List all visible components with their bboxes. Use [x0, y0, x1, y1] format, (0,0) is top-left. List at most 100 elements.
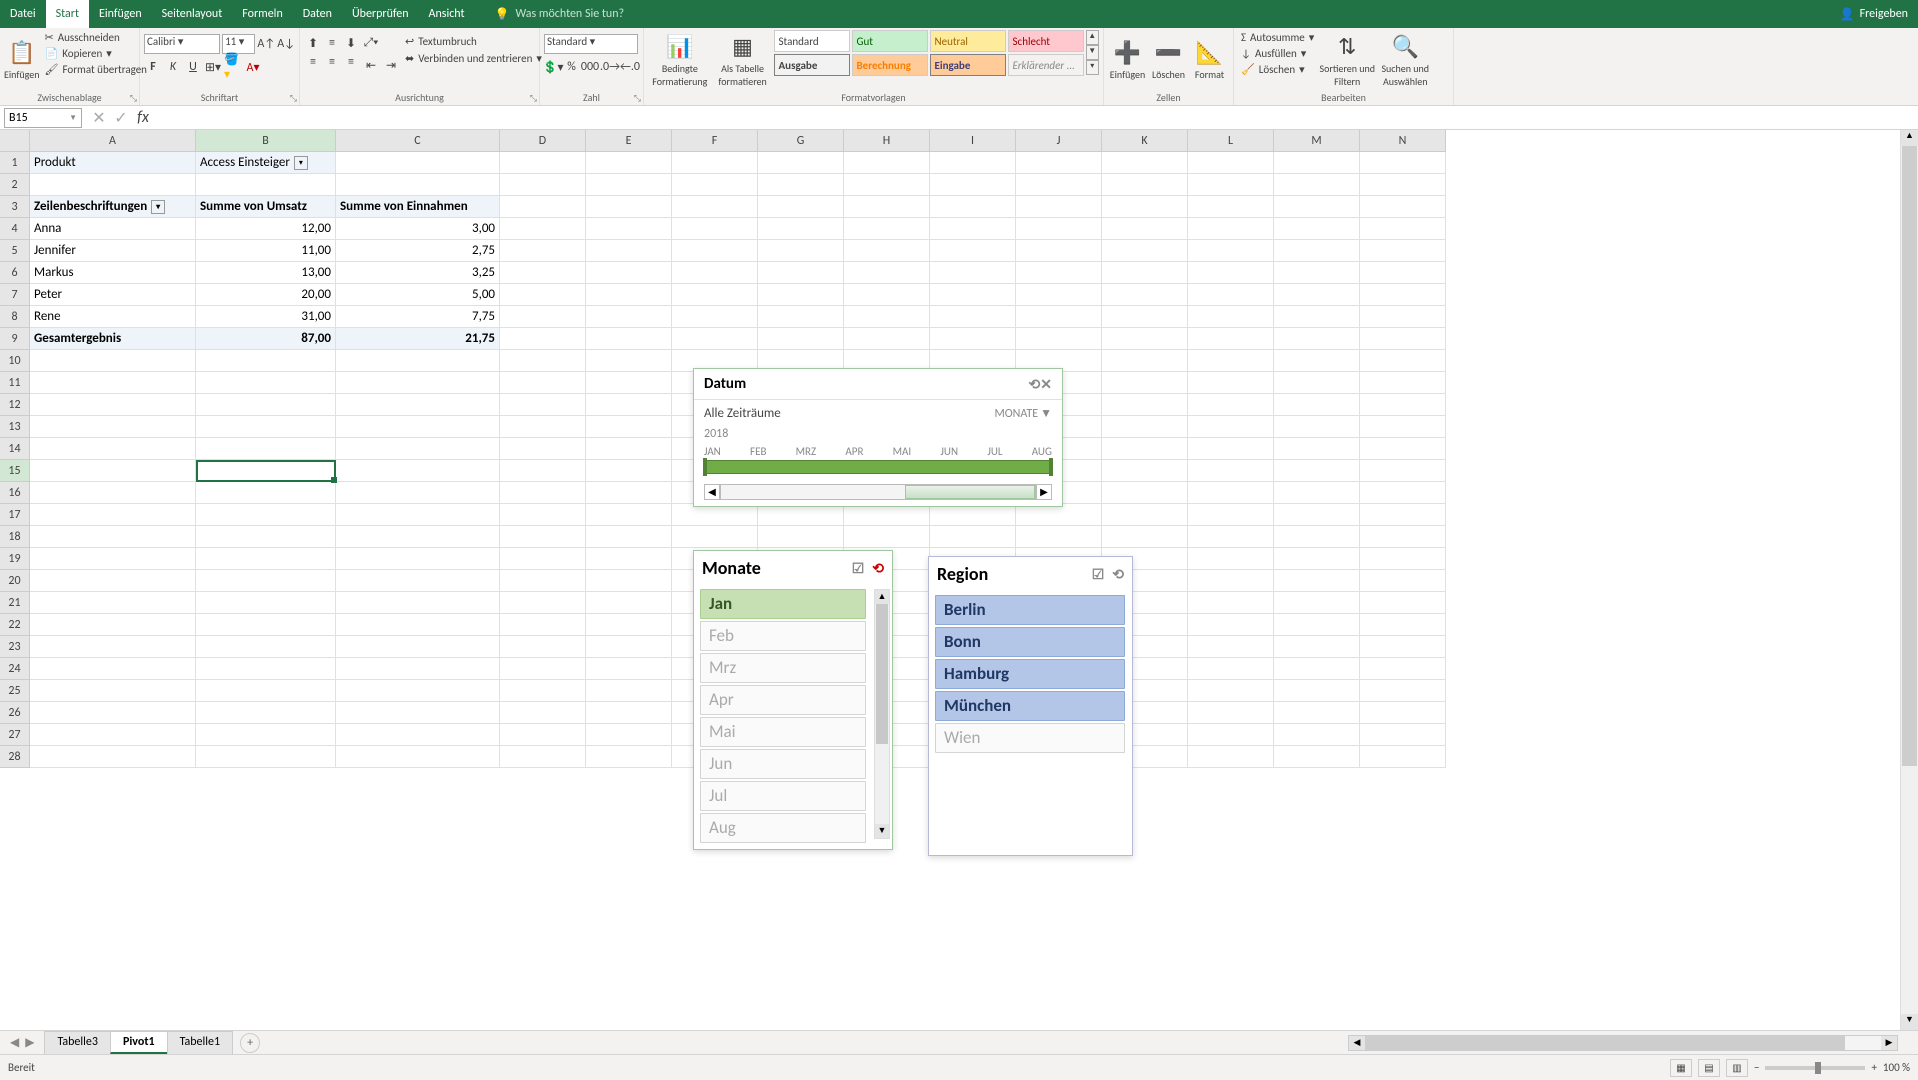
cell-M15[interactable] — [1274, 460, 1360, 482]
cell-N24[interactable] — [1360, 658, 1446, 680]
cell-B6[interactable]: 13,00 — [196, 262, 336, 284]
copy-button[interactable]: 📄Kopieren▾ — [42, 46, 150, 61]
add-sheet-button[interactable]: + — [240, 1033, 260, 1053]
cell-M4[interactable] — [1274, 218, 1360, 240]
cell-I5[interactable] — [930, 240, 1016, 262]
filter-dropdown-icon[interactable]: ▾ — [294, 156, 308, 170]
cell-B18[interactable] — [196, 526, 336, 548]
cell-I17[interactable] — [930, 504, 1016, 526]
wrap-text-button[interactable]: ↩Textumbruch — [402, 34, 545, 49]
scroll-up-button[interactable]: ▲ — [1901, 130, 1918, 146]
alignment-dialog-launcher[interactable]: ⤡ — [530, 93, 537, 104]
cell-L10[interactable] — [1188, 350, 1274, 372]
cell-L11[interactable] — [1188, 372, 1274, 394]
number-dialog-launcher[interactable]: ⤡ — [634, 93, 641, 104]
underline-button[interactable]: U — [184, 58, 202, 76]
cell-A21[interactable] — [30, 592, 196, 614]
style-eingabe[interactable]: Eingabe — [930, 54, 1006, 76]
cell-C10[interactable] — [336, 350, 500, 372]
cell-B22[interactable] — [196, 614, 336, 636]
cell-F1[interactable] — [672, 152, 758, 174]
style-gut[interactable]: Gut — [852, 30, 928, 52]
slicer-monate-scrollbar[interactable]: ▲ ▼ — [874, 589, 890, 839]
cell-K2[interactable] — [1102, 174, 1188, 196]
column-header-A[interactable]: A — [30, 130, 196, 152]
cell-B2[interactable] — [196, 174, 336, 196]
column-header-J[interactable]: J — [1016, 130, 1102, 152]
row-header-10[interactable]: 10 — [0, 350, 30, 372]
column-header-B[interactable]: B — [196, 130, 336, 152]
slicer-region-item-bonn[interactable]: Bonn — [935, 627, 1125, 657]
cell-L24[interactable] — [1188, 658, 1274, 680]
timeline-datum[interactable]: Datum ⟲✕ Alle Zeiträume MONATE ▼ 2018 JA… — [693, 368, 1063, 507]
column-header-E[interactable]: E — [586, 130, 672, 152]
cell-E23[interactable] — [586, 636, 672, 658]
cell-A17[interactable] — [30, 504, 196, 526]
zoom-out-button[interactable]: − — [1754, 1061, 1759, 1074]
cell-K18[interactable] — [1102, 526, 1188, 548]
slicer-monate-item-feb[interactable]: Feb — [700, 621, 866, 651]
increase-decimal-button[interactable]: .0→ — [601, 58, 619, 76]
cell-E13[interactable] — [586, 416, 672, 438]
cell-N9[interactable] — [1360, 328, 1446, 350]
cell-B3[interactable]: Summe von Umsatz — [196, 196, 336, 218]
cell-F6[interactable] — [672, 262, 758, 284]
cell-B19[interactable] — [196, 548, 336, 570]
insert-function-button[interactable]: fx — [134, 108, 152, 128]
cell-D6[interactable] — [500, 262, 586, 284]
cell-N12[interactable] — [1360, 394, 1446, 416]
cell-M5[interactable] — [1274, 240, 1360, 262]
cell-A13[interactable] — [30, 416, 196, 438]
cell-C21[interactable] — [336, 592, 500, 614]
accounting-format-button[interactable]: 💲▾ — [544, 58, 562, 76]
cell-B24[interactable] — [196, 658, 336, 680]
page-layout-view-button[interactable]: ▤ — [1698, 1059, 1720, 1077]
cell-E24[interactable] — [586, 658, 672, 680]
timeline-scroll-right[interactable]: ▶ — [1036, 484, 1052, 500]
decrease-indent-button[interactable]: ⇤ — [362, 56, 380, 74]
merge-center-button[interactable]: ⬌Verbinden und zentrieren ▾ — [402, 51, 545, 66]
cell-D8[interactable] — [500, 306, 586, 328]
cell-F4[interactable] — [672, 218, 758, 240]
cell-F9[interactable] — [672, 328, 758, 350]
cell-L28[interactable] — [1188, 746, 1274, 768]
tab-datei[interactable]: Datei — [0, 0, 46, 28]
cell-N11[interactable] — [1360, 372, 1446, 394]
cell-A14[interactable] — [30, 438, 196, 460]
gallery-more[interactable]: ▾ — [1086, 60, 1100, 75]
cell-D1[interactable] — [500, 152, 586, 174]
cell-L25[interactable] — [1188, 680, 1274, 702]
normal-view-button[interactable]: ▦ — [1670, 1059, 1692, 1077]
timeline-month-jul[interactable]: JUL — [987, 445, 1002, 458]
cell-B13[interactable] — [196, 416, 336, 438]
cell-L18[interactable] — [1188, 526, 1274, 548]
cell-C7[interactable]: 5,00 — [336, 284, 500, 306]
row-header-1[interactable]: 1 — [0, 152, 30, 174]
font-dialog-launcher[interactable]: ⤡ — [290, 93, 297, 104]
cell-E26[interactable] — [586, 702, 672, 724]
horizontal-scrollbar[interactable]: ◀ ▶ — [1348, 1035, 1898, 1051]
cell-F7[interactable] — [672, 284, 758, 306]
cell-M22[interactable] — [1274, 614, 1360, 636]
cell-C6[interactable]: 3,25 — [336, 262, 500, 284]
column-header-F[interactable]: F — [672, 130, 758, 152]
cell-M6[interactable] — [1274, 262, 1360, 284]
cell-N22[interactable] — [1360, 614, 1446, 636]
orientation-button[interactable]: ⤢▾ — [362, 34, 380, 52]
cell-I8[interactable] — [930, 306, 1016, 328]
cell-D7[interactable] — [500, 284, 586, 306]
delete-cells-button[interactable]: ➖Löschen — [1149, 30, 1188, 90]
increase-font-button[interactable]: A↑ — [257, 35, 275, 53]
cell-J18[interactable] — [1016, 526, 1102, 548]
cell-M9[interactable] — [1274, 328, 1360, 350]
cell-N7[interactable] — [1360, 284, 1446, 306]
cell-L1[interactable] — [1188, 152, 1274, 174]
cell-I9[interactable] — [930, 328, 1016, 350]
timeline-month-jun[interactable]: JUN — [940, 445, 958, 458]
cell-C4[interactable]: 3,00 — [336, 218, 500, 240]
timeline-month-feb[interactable]: FEB — [750, 445, 766, 458]
cell-G7[interactable] — [758, 284, 844, 306]
timeline-scroll-left[interactable]: ◀ — [704, 484, 720, 500]
gallery-scroll-down[interactable]: ▼ — [1086, 45, 1100, 60]
cell-B10[interactable] — [196, 350, 336, 372]
